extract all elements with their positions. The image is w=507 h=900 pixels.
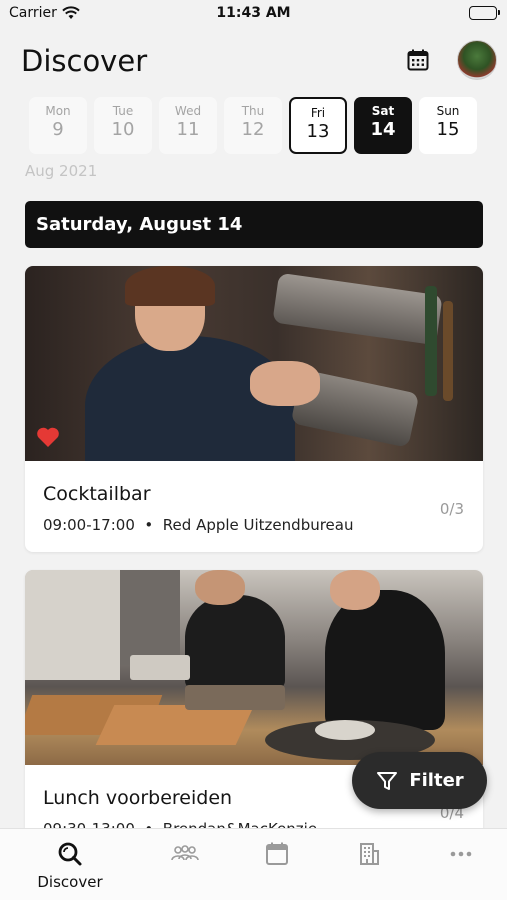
date-tue[interactable]: Tue 10 (94, 97, 152, 154)
day-number: 11 (176, 119, 200, 140)
tab-label: Discover (37, 873, 103, 891)
day-number: 15 (436, 119, 460, 140)
more-icon (449, 841, 473, 867)
date-sat-selected[interactable]: Sat 14 (354, 97, 412, 154)
tab-people[interactable] (135, 829, 235, 900)
filter-label: Filter (409, 770, 464, 791)
day-number: 12 (241, 119, 265, 140)
battery-icon (469, 6, 500, 20)
date-fri-today[interactable]: Fri 13 (289, 97, 347, 154)
clock: 11:43 AM (216, 5, 291, 21)
filter-icon (377, 771, 398, 790)
status-bar: Carrier 11:43 AM (0, 0, 507, 30)
date-wed[interactable]: Wed 11 (159, 97, 217, 154)
job-title: Cocktailbar (43, 483, 151, 505)
day-of-week: Tue (112, 104, 134, 118)
building-icon (357, 841, 381, 867)
day-of-week: Mon (45, 104, 71, 118)
job-title: Lunch voorbereiden (43, 787, 233, 809)
month-label: Aug 2021 (25, 162, 98, 180)
job-meta: 09:00-17:00 • Red Apple Uitzendbureau (43, 516, 354, 534)
job-time: 09:00-17:00 (43, 516, 135, 534)
filter-button[interactable]: Filter (352, 752, 487, 809)
search-icon (57, 841, 83, 867)
day-of-week: Wed (174, 104, 202, 118)
tab-calendar[interactable] (227, 829, 327, 900)
calendar-button[interactable] (404, 46, 432, 74)
job-slots: 0/3 (439, 500, 464, 518)
job-employer: Red Apple Uitzendbureau (162, 516, 354, 534)
day-number: 9 (52, 119, 64, 140)
heart-icon[interactable] (36, 426, 60, 448)
day-of-week: Thu (241, 104, 265, 118)
day-of-week: Sun (436, 104, 460, 118)
day-number: 10 (111, 119, 135, 140)
calendar-icon (407, 49, 429, 71)
date-sun[interactable]: Sun 15 (419, 97, 477, 154)
job-card[interactable]: Cocktailbar 09:00-17:00 • Red Apple Uitz… (25, 266, 483, 552)
job-image (25, 570, 483, 765)
job-image (25, 266, 483, 461)
calendar-icon (265, 841, 289, 867)
section-header: Saturday, August 14 (25, 201, 483, 248)
tab-more[interactable] (411, 829, 507, 900)
tab-discover[interactable]: Discover (20, 829, 120, 900)
tab-bar: Discover (0, 828, 507, 900)
people-icon (169, 841, 201, 867)
avatar[interactable] (457, 40, 497, 80)
day-number: 13 (306, 121, 330, 142)
date-mon[interactable]: Mon 9 (29, 97, 87, 154)
date-strip: Mon 9 Tue 10 Wed 11 Thu 12 Fri 13 Sat 14 Sun 15 (29, 97, 481, 154)
page-title: Discover (21, 44, 148, 78)
day-of-week: Sat (371, 104, 395, 118)
day-of-week: Fri (310, 106, 326, 120)
date-thu[interactable]: Thu 12 (224, 97, 282, 154)
day-number: 14 (370, 119, 396, 140)
tab-companies[interactable] (319, 829, 419, 900)
